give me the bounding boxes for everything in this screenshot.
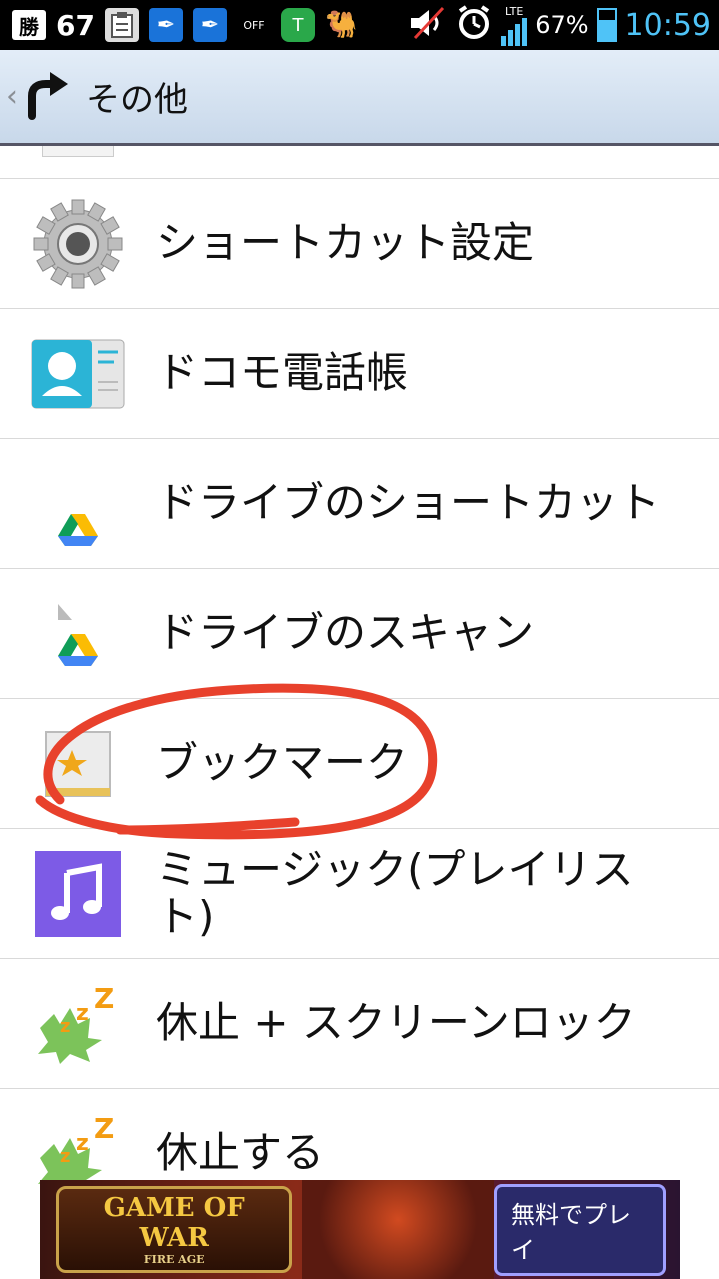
- list-item-partial[interactable]: [0, 146, 719, 179]
- clipboard-icon: [104, 8, 139, 42]
- list-item-label: ドコモ電話帳: [156, 348, 409, 398]
- list-item-label: ブックマーク: [156, 738, 409, 788]
- lte-signal-icon: LTE: [501, 5, 528, 46]
- music-note-icon: [18, 844, 138, 944]
- svg-text:Z: Z: [94, 984, 114, 1015]
- battery-icon: [596, 8, 617, 42]
- gear-icon: [18, 194, 138, 294]
- list-item-label: 休止する: [156, 1128, 325, 1178]
- battery-percent: 67%: [535, 11, 589, 39]
- camel-icon: 🐫: [324, 10, 358, 40]
- action-bar: ‹ その他: [0, 50, 719, 146]
- status-bar: 勝 67 ✒ ✒ OFF T 🐫 LTE 67% 10:59: [0, 0, 719, 50]
- feather-icon: ✒: [148, 8, 183, 42]
- volume-muted-icon: [407, 6, 447, 44]
- feather-icon: ✒: [192, 8, 227, 42]
- shortcut-arrow-icon[interactable]: [22, 70, 72, 124]
- list-item-docomo-phonebook[interactable]: ドコモ電話帳: [0, 309, 719, 439]
- list-item-music-playlist[interactable]: ミュージック(プレイリスト): [0, 829, 719, 959]
- svg-text:z: z: [60, 1016, 70, 1037]
- list-item-label: ドライブのショートカット: [156, 478, 661, 528]
- svg-text:z: z: [76, 1001, 89, 1026]
- list-item-label: ドライブのスキャン: [156, 608, 535, 658]
- back-chevron-icon[interactable]: ‹: [6, 79, 18, 114]
- ad-banner[interactable]: GAME OF WAR FIRE AGE 無料でプレイ: [40, 1180, 680, 1279]
- shield-t-icon: T: [280, 8, 315, 42]
- list-item-label: 休止 + スクリーンロック: [156, 998, 636, 1048]
- list-item-drive-shortcut[interactable]: ドライブのショートカット: [0, 439, 719, 569]
- list-item-label: ショートカット設定: [156, 218, 535, 268]
- kachi-icon: 勝: [12, 10, 46, 40]
- list-item-bookmark[interactable]: ブックマーク: [0, 699, 719, 829]
- list-item-label: ミュージック(プレイリスト): [156, 845, 634, 941]
- shortcut-list: ショートカット設定 ドコモ電話帳 ドライブのショートカット ドライブのスキャン …: [0, 146, 719, 1218]
- sleep-leaf-icon: z z Z: [18, 974, 138, 1074]
- page-title: その他: [86, 80, 188, 120]
- bookmark-star-icon: [18, 714, 138, 814]
- warrior-art-image: [302, 1180, 495, 1279]
- off-skull-icon: OFF: [243, 18, 265, 32]
- alarm-icon: [455, 5, 493, 45]
- svg-text:z: z: [76, 1131, 89, 1156]
- clock: 10:59: [624, 7, 711, 43]
- play-free-button[interactable]: 無料でプレイ: [494, 1183, 666, 1276]
- drive-scan-icon: [18, 584, 138, 684]
- svg-text:Z: Z: [94, 1114, 114, 1145]
- contact-card-icon: [18, 324, 138, 424]
- drive-icon: [18, 454, 138, 554]
- list-item-drive-scan[interactable]: ドライブのスキャン: [0, 569, 719, 699]
- notification-count: 67: [56, 8, 95, 42]
- game-of-war-logo: GAME OF WAR FIRE AGE: [56, 1186, 293, 1273]
- list-item-sleep-screen-lock[interactable]: z z Z 休止 + スクリーンロック: [0, 959, 719, 1089]
- svg-text:z: z: [60, 1146, 70, 1167]
- list-item-shortcut-settings[interactable]: ショートカット設定: [0, 179, 719, 309]
